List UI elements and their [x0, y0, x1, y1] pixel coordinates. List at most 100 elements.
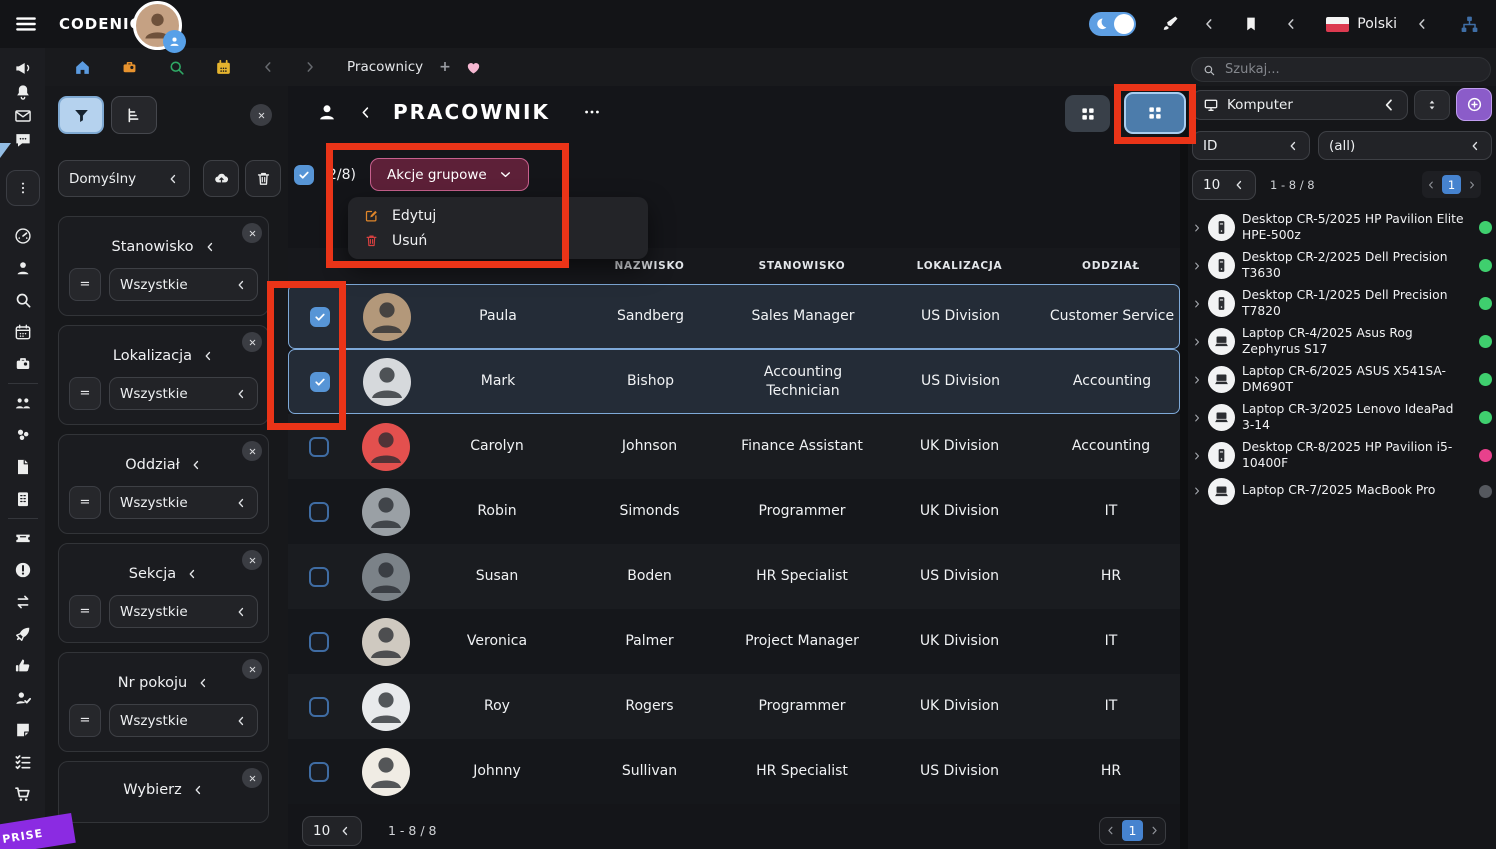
table-row[interactable]: Paula Sandberg Sales Manager US Division… [288, 284, 1180, 349]
filter-value-select[interactable]: Wszystkie [109, 377, 258, 410]
breadcrumb[interactable]: Pracownicy [347, 59, 423, 75]
row-checkbox[interactable] [309, 567, 329, 587]
filter-all-select[interactable]: (all) [1318, 131, 1492, 160]
device-list-item[interactable]: Desktop CR-5/2025 HP Pavilion Elite HPE-… [1192, 209, 1492, 247]
column-header-location[interactable]: LOKALIZACJA [877, 260, 1042, 272]
expand-icon[interactable] [1192, 451, 1202, 461]
filter-field-select[interactable]: Sekcja [69, 566, 258, 582]
bell-icon[interactable] [13, 80, 33, 104]
current-page-button[interactable]: 1 [1442, 175, 1461, 194]
language-label[interactable]: Polski [1357, 16, 1397, 32]
filter-field-select[interactable]: Wybierz [69, 782, 258, 798]
device-list-item[interactable]: Laptop CR-3/2025 Lenovo IdeaPad 3-14 [1192, 399, 1492, 437]
search-input[interactable] [1225, 62, 1475, 77]
table-row[interactable]: Robin Simonds Programmer UK Division IT [288, 479, 1180, 544]
remove-filter-button[interactable] [242, 550, 262, 570]
page-size-select[interactable]: 10 [302, 816, 362, 846]
back-icon[interactable] [358, 105, 373, 120]
filter-operator-button[interactable]: = [69, 268, 101, 301]
remove-filter-button[interactable] [242, 659, 262, 679]
menu-item-edit[interactable]: Edytuj [348, 203, 648, 228]
user-check-icon[interactable] [13, 682, 33, 714]
remove-filter-button[interactable] [242, 223, 262, 243]
bookmark-icon[interactable] [1242, 15, 1260, 33]
filter-value-select[interactable]: Wszystkie [109, 595, 258, 628]
expand-icon[interactable] [1192, 375, 1202, 385]
filter-value-select[interactable]: Wszystkie [109, 704, 258, 737]
entity-select[interactable]: Komputer [1192, 90, 1408, 120]
previous-page-icon[interactable] [1426, 180, 1436, 190]
filter-operator-button[interactable]: = [69, 486, 101, 519]
filter-value-select[interactable]: Wszystkie [109, 268, 258, 301]
mail-icon[interactable] [13, 104, 33, 128]
device-list-item[interactable]: Laptop CR-6/2025 ASUS X541SA-DM690T [1192, 361, 1492, 399]
dark-mode-toggle[interactable] [1089, 12, 1136, 36]
chevron-left-icon[interactable] [1284, 17, 1298, 31]
table-row[interactable]: Johnny Sullivan HR Specialist US Divisio… [288, 739, 1180, 804]
home-icon[interactable] [73, 58, 92, 77]
row-checkbox[interactable] [309, 632, 329, 652]
chevron-left-icon[interactable] [1202, 17, 1216, 31]
filter-preset-select[interactable]: Domyślny [58, 160, 190, 197]
filter-operator-button[interactable]: = [69, 595, 101, 628]
expand-icon[interactable] [1192, 223, 1202, 233]
row-checkbox[interactable] [309, 762, 329, 782]
current-page-button[interactable]: 1 [1122, 820, 1143, 841]
sidebar-more-menu-button[interactable] [6, 170, 40, 206]
filter-operator-button[interactable]: = [69, 377, 101, 410]
sort-button[interactable] [1414, 90, 1450, 120]
calendar-icon[interactable] [13, 316, 33, 348]
remove-filter-button[interactable] [242, 441, 262, 461]
filter-field-select[interactable]: Oddział [69, 457, 258, 473]
expand-icon[interactable] [1192, 413, 1202, 423]
modules-icon[interactable] [13, 419, 33, 451]
expand-icon[interactable] [1192, 299, 1202, 309]
device-list-item[interactable]: Desktop CR-8/2025 HP Pavilion i5-10400F [1192, 437, 1492, 475]
favorite-heart-icon[interactable] [465, 59, 482, 76]
filter-field-select[interactable]: Lokalizacja [69, 348, 258, 364]
filter-operator-button[interactable]: = [69, 704, 101, 737]
column-header-position[interactable]: STANOWISKO [727, 260, 877, 272]
announcement-icon[interactable] [13, 56, 33, 80]
group-actions-button[interactable]: Akcje grupowe [370, 158, 529, 191]
expand-icon[interactable] [1192, 261, 1202, 271]
save-preset-button[interactable] [203, 160, 239, 197]
calendar-shortcut-icon[interactable] [214, 58, 233, 77]
close-filter-panel-button[interactable] [250, 104, 272, 126]
previous-page-icon[interactable] [1105, 825, 1116, 836]
row-checkbox[interactable] [309, 502, 329, 522]
panel-page-size-select[interactable]: 10 [1192, 170, 1256, 200]
search-icon[interactable] [13, 284, 33, 316]
org-structure-icon[interactable] [1459, 14, 1480, 35]
row-checkbox[interactable] [309, 697, 329, 717]
table-row[interactable]: Roy Rogers Programmer UK Division IT [288, 674, 1180, 739]
column-header-last-name[interactable]: NAZWISKO [572, 260, 727, 272]
assets-icon[interactable] [120, 58, 139, 77]
history-back-icon[interactable] [261, 60, 275, 74]
transfer-arrows-icon[interactable] [13, 586, 33, 618]
remove-filter-button[interactable] [242, 768, 262, 788]
table-row[interactable]: Veronica Palmer Project Manager UK Divis… [288, 609, 1180, 674]
dashboard-gauge-icon[interactable] [13, 220, 33, 252]
row-checkbox[interactable] [310, 372, 330, 392]
row-checkbox[interactable] [309, 437, 329, 457]
filter-view-button[interactable] [58, 96, 104, 134]
more-options-icon[interactable] [582, 102, 602, 122]
cart-icon[interactable] [13, 778, 33, 810]
rocket-icon[interactable] [13, 618, 33, 650]
split-view-button-active[interactable] [1124, 92, 1186, 134]
document-icon[interactable] [13, 451, 33, 483]
chevron-left-icon[interactable] [1415, 17, 1429, 31]
sticky-note-icon[interactable] [13, 714, 33, 746]
device-list-item[interactable]: Laptop CR-4/2025 Asus Rog Zephyrus S17 [1192, 323, 1492, 361]
table-row[interactable]: Carolyn Johnson Finance Assistant UK Div… [288, 414, 1180, 479]
table-row[interactable]: Susan Boden HR Specialist US Division HR [288, 544, 1180, 609]
alert-icon[interactable] [13, 554, 33, 586]
add-tab-button[interactable]: + [439, 59, 451, 75]
checklist-icon[interactable] [13, 746, 33, 778]
chat-icon[interactable] [13, 128, 33, 152]
expand-icon[interactable] [1192, 486, 1202, 496]
office-building-icon[interactable] [13, 483, 33, 515]
device-list-item[interactable]: Laptop CR-7/2025 MacBook Pro [1192, 475, 1492, 508]
history-forward-icon[interactable] [303, 60, 317, 74]
